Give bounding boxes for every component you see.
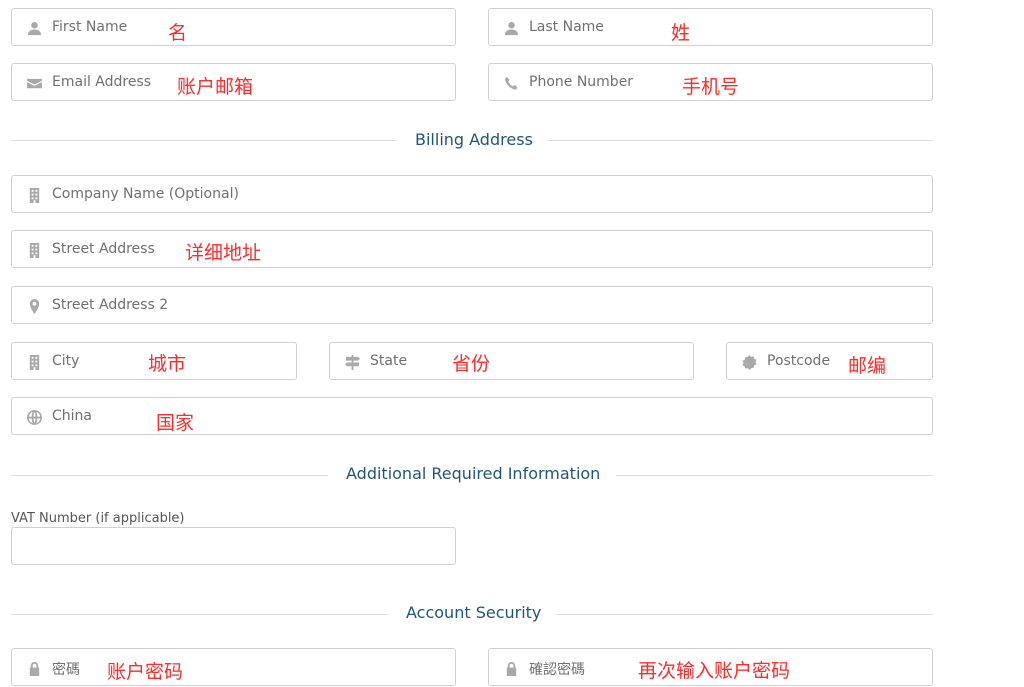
company-input[interactable]: Company Name (Optional) bbox=[11, 175, 933, 213]
state-annotation: 省份 bbox=[452, 353, 491, 375]
first-name-placeholder: First Name bbox=[52, 19, 128, 35]
vat-number-input[interactable] bbox=[11, 527, 456, 565]
street-address-placeholder: Street Address bbox=[52, 241, 155, 257]
building-icon bbox=[26, 187, 42, 203]
map-marker-icon bbox=[26, 298, 42, 314]
phone-annotation: 手机号 bbox=[682, 76, 740, 98]
billing-divider-left bbox=[11, 140, 396, 141]
postcode-placeholder: Postcode bbox=[767, 353, 831, 369]
postcode-input[interactable]: Postcode bbox=[726, 342, 933, 380]
signpost-icon bbox=[344, 354, 360, 370]
user-icon bbox=[26, 20, 42, 36]
first-name-input[interactable]: First Name bbox=[11, 8, 456, 46]
phone-placeholder: Phone Number bbox=[529, 74, 634, 90]
vat-label: VAT Number (if applicable) bbox=[11, 511, 185, 526]
additional-divider-right bbox=[616, 475, 933, 476]
confirm-password-annotation: 再次输入账户密码 bbox=[638, 660, 791, 682]
street-address-2-placeholder: Street Address 2 bbox=[52, 297, 169, 313]
security-divider-left bbox=[11, 614, 388, 615]
billing-section-title: Billing Address bbox=[415, 130, 533, 149]
state-placeholder: State bbox=[370, 353, 408, 369]
street-address-input[interactable]: Street Address bbox=[11, 230, 933, 268]
billing-divider-right bbox=[548, 140, 933, 141]
password-annotation: 账户密码 bbox=[107, 661, 184, 683]
last-name-placeholder: Last Name bbox=[529, 19, 604, 35]
email-annotation: 账户邮箱 bbox=[177, 76, 254, 98]
additional-divider-left bbox=[11, 475, 328, 476]
building-icon bbox=[26, 354, 42, 370]
security-divider-right bbox=[556, 614, 933, 615]
password-placeholder: 密碼 bbox=[52, 662, 80, 678]
additional-section-title: Additional Required Information bbox=[346, 464, 601, 483]
company-placeholder: Company Name (Optional) bbox=[52, 186, 239, 202]
state-input[interactable]: State bbox=[329, 342, 694, 380]
globe-icon bbox=[26, 409, 42, 425]
street-address-annotation: 详细地址 bbox=[185, 242, 262, 264]
user-icon bbox=[503, 20, 519, 36]
first-name-annotation: 名 bbox=[168, 22, 188, 44]
confirm-password-placeholder: 確認密碼 bbox=[529, 662, 585, 678]
lock-icon bbox=[26, 660, 42, 676]
security-section-title: Account Security bbox=[406, 603, 542, 622]
envelope-icon bbox=[26, 75, 42, 91]
last-name-annotation: 姓 bbox=[671, 22, 691, 44]
street-address-2-input[interactable]: Street Address 2 bbox=[11, 286, 933, 324]
country-annotation: 国家 bbox=[156, 412, 195, 434]
email-placeholder: Email Address bbox=[52, 74, 152, 90]
certificate-icon bbox=[741, 354, 757, 370]
password-input[interactable]: 密碼 bbox=[11, 648, 456, 686]
last-name-input[interactable]: Last Name bbox=[488, 8, 933, 46]
country-value: China bbox=[52, 408, 92, 424]
city-annotation: 城市 bbox=[148, 353, 187, 375]
phone-icon bbox=[503, 75, 519, 91]
country-select[interactable]: China bbox=[11, 397, 933, 435]
postcode-annotation: 邮编 bbox=[848, 355, 887, 377]
city-placeholder: City bbox=[52, 353, 80, 369]
building-icon bbox=[26, 242, 42, 258]
lock-icon bbox=[503, 660, 519, 676]
